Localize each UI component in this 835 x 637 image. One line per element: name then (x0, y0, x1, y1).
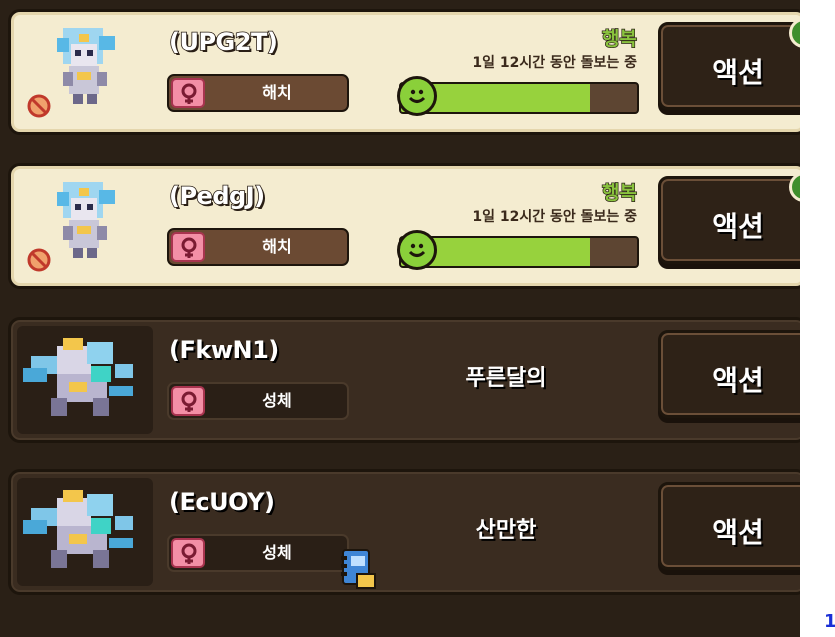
pet-card: (PedgJ) 해치 행복 1일 12시간 동안 돌보는 중 액션 (8, 163, 819, 289)
pet-list-panel: (UPG2T) 해치 행복 1일 12시간 동안 돌보는 중 액션 (PedgJ… (0, 0, 819, 637)
pet-name: (UPG2T) (168, 27, 278, 57)
smiley-icon (397, 76, 437, 116)
female-icon (171, 386, 205, 416)
growth-stage-label: 해치 (262, 237, 292, 256)
notebook-icon[interactable] (339, 548, 377, 590)
growth-stage-bar: 성체 (167, 534, 349, 572)
growth-stage-bar: 해치 (167, 228, 349, 266)
action-button[interactable]: 액션 (658, 330, 818, 418)
growth-stage-bar: 성체 (167, 382, 349, 420)
pet-name: (FkwN1) (169, 336, 279, 364)
no-entry-icon (27, 94, 51, 118)
mood-label: 행복 (601, 181, 637, 204)
growth-stage-label: 해치 (262, 83, 292, 102)
female-icon (171, 78, 205, 108)
female-icon (171, 232, 205, 262)
right-margin (800, 0, 835, 637)
personality-trait: 푸른달의 (465, 366, 547, 391)
pet-portrait[interactable] (17, 326, 153, 434)
growth-stage-label: 성체 (262, 391, 292, 410)
care-status-text: 1일 12시간 동안 돌보는 중 (472, 55, 637, 71)
mood-label: 행복 (601, 27, 637, 50)
pet-card: (UPG2T) 해치 행복 1일 12시간 동안 돌보는 중 액션 (8, 9, 819, 135)
growth-stage-label: 성체 (262, 543, 292, 562)
personality-trait: 산만한 (475, 518, 537, 543)
growth-stage-bar: 해치 (167, 74, 349, 112)
pet-portrait[interactable] (17, 478, 153, 586)
pet-card: (EcUOY) 성체 산만한 액션 (8, 469, 818, 595)
female-icon (171, 538, 205, 568)
action-button[interactable]: 액션 (658, 482, 818, 570)
corner-mark: 1 (824, 611, 835, 632)
adult-dragon-sprite (23, 338, 133, 416)
pet-card: (FkwN1) 성체 푸른달의 액션 (8, 317, 818, 443)
no-entry-icon (27, 248, 51, 272)
care-status-text: 1일 12시간 동안 돌보는 중 (472, 209, 637, 225)
smiley-icon (397, 230, 437, 270)
pet-name: (PedgJ) (168, 181, 266, 211)
adult-dragon-sprite (23, 490, 133, 568)
pet-name: (EcUOY) (169, 488, 275, 516)
